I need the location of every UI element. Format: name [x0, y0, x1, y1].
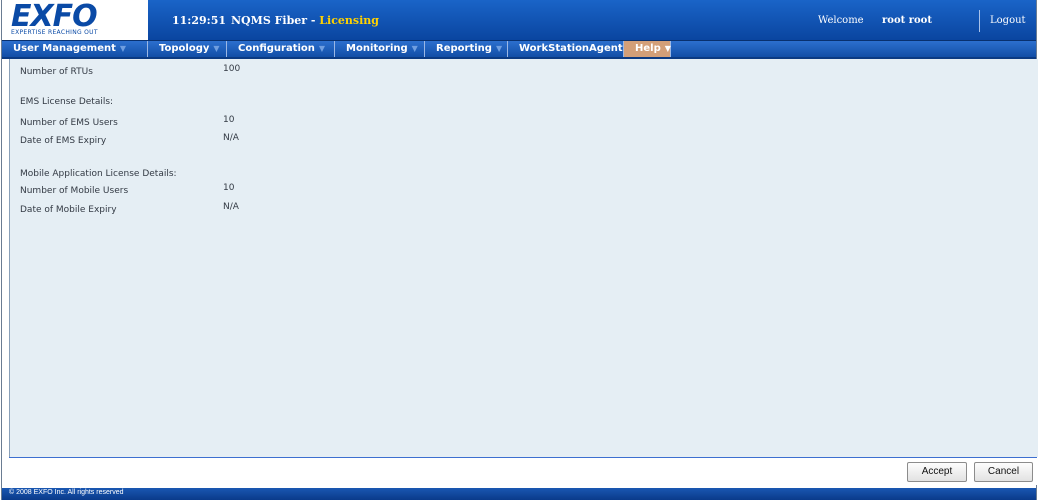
action-bar [9, 458, 1037, 485]
logout-link[interactable]: Logout [990, 15, 1026, 26]
app-header: EXFO EXPERTISE REACHING OUT 11:29:51 NQM… [2, 0, 1036, 41]
chevron-down-icon: ▼ [411, 44, 418, 53]
page-name: Licensing [319, 14, 379, 27]
ems-expiry-label: Date of EMS Expiry [20, 136, 107, 146]
menu-label: User Management [13, 43, 116, 54]
accept-button[interactable]: Accept [907, 462, 967, 482]
page-title: NQMS Fiber - Licensing [231, 14, 379, 27]
welcome-label: Welcome [818, 15, 864, 26]
menu-label: Topology [159, 43, 210, 54]
menu-user-management[interactable]: User Management ▼ [2, 41, 148, 57]
rtus-label: Number of RTUs [20, 67, 93, 77]
rtus-value: 100 [223, 64, 241, 74]
menu-configuration[interactable]: Configuration ▼ [227, 41, 335, 57]
footer-bar: © 2008 EXFO Inc. All rights reserved [2, 488, 1036, 500]
license-details-panel: Number of RTUs 100 EMS License Details: … [9, 59, 1038, 457]
cancel-button[interactable]: Cancel [974, 462, 1033, 482]
ems-section-heading: EMS License Details: [20, 97, 114, 107]
ems-expiry-value: N/A [223, 133, 239, 143]
app-name: NQMS Fiber [231, 14, 308, 27]
menu-label: Configuration [238, 43, 315, 54]
mobile-expiry-label: Date of Mobile Expiry [20, 205, 117, 215]
main-menu: User Management ▼ Topology ▼ Configuration… [2, 41, 1036, 59]
menu-monitoring[interactable]: Monitoring ▼ [335, 41, 425, 57]
menu-label: WorkStationAgent [519, 43, 623, 54]
menu-label: Reporting [436, 43, 492, 54]
mobile-users-value: 10 [223, 183, 235, 193]
menu-help[interactable]: Help ▼ [624, 41, 671, 57]
menu-workstation-agent[interactable]: WorkStationAgent [508, 41, 624, 57]
user-name: root root [882, 15, 932, 26]
logo-tagline: EXPERTISE REACHING OUT [11, 29, 98, 36]
ems-users-label: Number of EMS Users [20, 118, 118, 128]
chevron-down-icon: ▼ [213, 44, 220, 53]
menu-label: Help [635, 43, 661, 54]
chevron-down-icon: ▼ [318, 44, 326, 53]
menu-topology[interactable]: Topology ▼ [148, 41, 227, 57]
ems-users-value: 10 [223, 115, 235, 125]
mobile-section-heading: Mobile Application License Details: [20, 169, 177, 179]
title-separator: - [307, 14, 320, 27]
chevron-down-icon: ▼ [119, 44, 127, 53]
mobile-users-label: Number of Mobile Users [20, 186, 129, 196]
copyright-text: © 2008 EXFO Inc. All rights reserved [9, 489, 124, 496]
chevron-down-icon: ▼ [664, 44, 671, 53]
menu-label: Monitoring [346, 43, 408, 54]
exfo-logo: EXFO EXPERTISE REACHING OUT [2, 0, 148, 40]
app-window: EXFO EXPERTISE REACHING OUT 11:29:51 NQM… [1, 0, 1038, 500]
header-divider [979, 10, 980, 32]
chevron-down-icon: ▼ [495, 44, 503, 53]
menu-reporting[interactable]: Reporting ▼ [425, 41, 508, 57]
clock-time: 11:29:51 [172, 14, 227, 27]
mobile-expiry-value: N/A [223, 202, 239, 212]
